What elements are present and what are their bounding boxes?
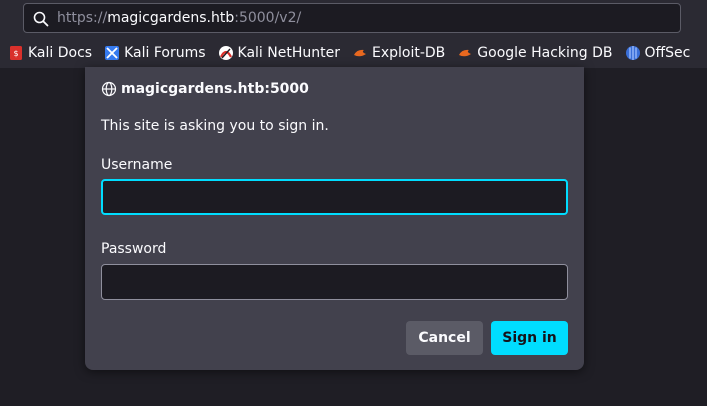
username-label: Username xyxy=(101,157,173,173)
url-host: magicgardens.htb xyxy=(107,10,235,26)
username-field[interactable] xyxy=(101,179,568,215)
ghdb-icon xyxy=(459,49,472,57)
dialog-origin: magicgardens.htb:5000 xyxy=(101,81,309,97)
bookmark-exploit-db[interactable]: Exploit-DB xyxy=(352,41,445,65)
cancel-button[interactable]: Cancel xyxy=(406,321,483,355)
kali-forums-icon xyxy=(105,46,120,60)
sign-in-button[interactable]: Sign in xyxy=(491,321,568,355)
search-icon xyxy=(33,11,49,27)
bookmark-label: OffSec xyxy=(644,45,691,61)
bookmark-kali-forums[interactable]: Kali Forums xyxy=(104,41,206,65)
dialog-message: This site is asking you to sign in. xyxy=(101,118,329,134)
exploit-db-icon xyxy=(353,49,366,57)
globe-icon xyxy=(101,81,117,97)
browser-toolbar: https://magicgardens.htb:5000/v2/ $ Kali… xyxy=(0,0,707,68)
bookmark-label: Kali Forums xyxy=(124,45,206,61)
bookmark-offsec[interactable]: OffSec xyxy=(625,41,691,65)
bookmark-label: Google Hacking DB xyxy=(477,45,613,61)
bookmark-kali-docs[interactable]: $ Kali Docs xyxy=(8,41,92,65)
bookmark-kali-nethunter[interactable]: Kali NetHunter xyxy=(218,41,340,65)
bookmarks-toolbar: $ Kali Docs Kali Forums Kali NetHunter E… xyxy=(0,41,694,65)
kali-nethunter-icon xyxy=(218,46,233,60)
offsec-icon xyxy=(625,46,640,60)
dialog-origin-text: magicgardens.htb:5000 xyxy=(121,81,309,97)
bookmark-label: Kali Docs xyxy=(28,45,93,61)
bookmark-label: Exploit-DB xyxy=(371,45,446,61)
password-label: Password xyxy=(101,241,167,257)
bookmark-label: Kali NetHunter xyxy=(237,45,340,61)
svg-text:$: $ xyxy=(13,49,18,58)
url-scheme: https:// xyxy=(57,10,108,26)
password-field[interactable] xyxy=(101,264,568,300)
url-bar[interactable]: https://magicgardens.htb:5000/v2/ xyxy=(23,3,681,33)
auth-dialog: magicgardens.htb:5000 This site is askin… xyxy=(85,67,584,370)
bookmark-google-hacking-db[interactable]: Google Hacking DB xyxy=(457,41,613,65)
url-path: :5000/v2/ xyxy=(234,10,302,26)
kali-docs-icon: $ xyxy=(10,46,22,60)
url-text[interactable]: https://magicgardens.htb:5000/v2/ xyxy=(57,10,301,26)
